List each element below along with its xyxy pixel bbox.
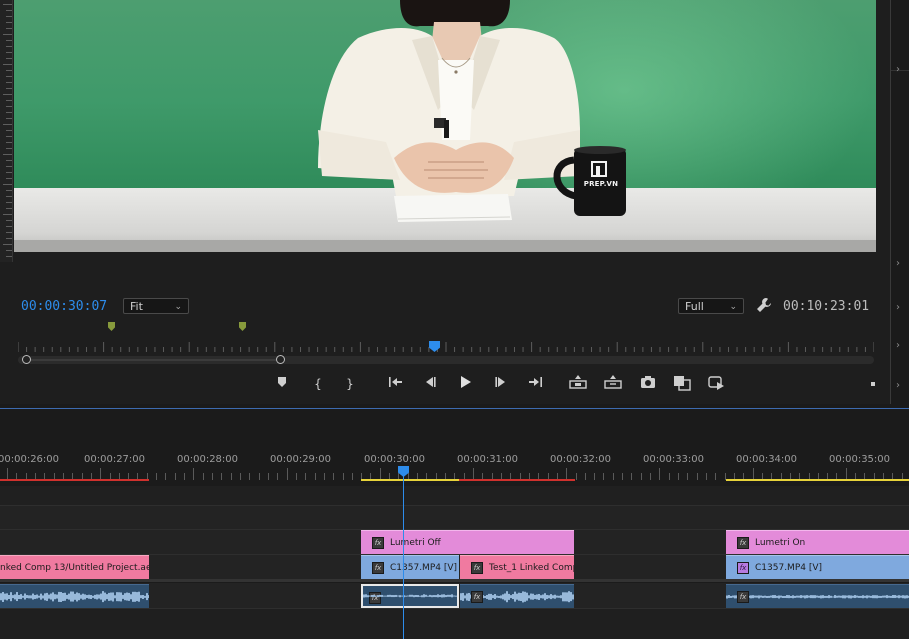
zoom-handle-left[interactable] [22,355,31,364]
ruler-time-label: 00:00:27:00 [84,454,146,465]
lumetri-on-clip[interactable]: fx Lumetri On [726,530,909,554]
go-to-in-icon[interactable] [386,375,406,393]
chevron-right-icon[interactable]: › [896,64,900,75]
mug-logo-text: PREP.VN [583,180,619,188]
lift-icon[interactable] [568,375,588,393]
lumetri-off-clip[interactable]: fx Lumetri Off [361,530,574,554]
add-marker-icon[interactable] [272,375,292,393]
render-bar-yellow [726,479,909,481]
fx-badge-icon: fx [737,537,749,549]
audio-clip-selected[interactable]: fx [361,584,459,608]
compare-view-icon[interactable] [672,375,692,393]
track-lane[interactable] [0,486,909,505]
zoom-scrollbar-thumb[interactable] [26,359,280,361]
render-bar-red [459,479,575,481]
audio-clip[interactable]: fx [726,584,909,608]
clip-label: Lumetri Off [390,538,441,548]
ruler-time-label: 00:00:28:00 [177,454,239,465]
c1357-video-clip[interactable]: fx C1357.MP4 [V] [361,555,459,579]
test-linked-comp-clip[interactable]: fx Test_1 Linked Comp [460,555,574,579]
sequence-duration: 00:10:23:01 [783,299,870,314]
chevron-down-icon: ⌄ [174,302,182,312]
extract-icon[interactable] [603,375,623,393]
audio-waveform [0,588,149,605]
ruler-time-label: 00:00:34:00 [736,454,798,465]
timeline-playhead-line[interactable] [403,468,404,639]
zoom-dropdown[interactable]: Fit ⌄ [123,298,189,314]
mark-out-icon[interactable]: } [340,375,360,393]
ruler-time-label: 00:00:26:00 [0,454,60,465]
fx-badge-icon: fx [471,591,483,603]
chevron-down-icon: ⌄ [729,302,737,312]
audio-clip[interactable]: fx [460,584,574,608]
ruler-time-label: 00:00:35:00 [829,454,891,465]
wrench-icon[interactable] [756,297,772,313]
vertical-ruler [0,0,13,262]
panel-separator [891,70,909,71]
play-icon[interactable] [455,375,475,393]
clip-label: Test_1 Linked Comp [489,563,574,573]
audio-waveform [726,588,909,605]
track-lane[interactable] [0,506,909,530]
fx-badge-icon: fx [372,537,384,549]
ruler-time-label: 00:00:30:00 [364,454,426,465]
audio-waveform [363,589,457,603]
ruler-time-label: 00:00:29:00 [270,454,332,465]
side-panel-edge: › › › › › [890,0,909,404]
fx-badge-icon: fx [737,562,749,574]
fx-badge-icon: fx [471,562,483,574]
fx-badge-icon: fx [737,591,749,603]
playhead-timecode[interactable]: 00:00:30:07 [21,299,107,314]
monitor-time-ruler[interactable] [18,342,874,352]
go-to-out-icon[interactable] [525,375,545,393]
fx-badge-icon: fx [372,562,384,574]
mark-in-icon[interactable]: { [308,375,328,393]
chevron-right-icon[interactable]: › [896,340,900,351]
step-forward-icon[interactable] [491,375,511,393]
linked-comp-clip[interactable]: nked Comp 13/Untitled Project.aep [0,555,149,579]
resolution-value: Full [685,300,704,313]
track-lane-a2[interactable] [0,609,909,639]
more-icon[interactable] [871,382,875,386]
video-frame: PREP.VN [14,0,876,252]
chevron-right-icon[interactable]: › [896,380,900,391]
audio-clip[interactable] [0,584,149,608]
clip-label: C1357.MP4 [V] [755,563,823,573]
chevron-right-icon[interactable]: › [896,302,900,313]
clip-label: C1357.MP4 [V] [390,563,458,573]
ruler-time-label: 00:00:31:00 [457,454,519,465]
zoom-value: Fit [130,300,143,313]
resolution-dropdown[interactable]: Full ⌄ [678,298,744,314]
ruler-time-label: 00:00:32:00 [550,454,612,465]
panel-focus-line [0,408,909,409]
chevron-right-icon[interactable]: › [896,258,900,269]
c1357-video-clip[interactable]: fx C1357.MP4 [V] [726,555,909,579]
render-bar-yellow [361,479,459,481]
render-bar-red [0,479,149,481]
export-frame-icon[interactable] [638,375,658,393]
step-back-icon[interactable] [420,375,440,393]
clip-label: Lumetri On [755,538,806,548]
clip-label: nked Comp 13/Untitled Project.aep [0,563,149,573]
zoom-handle-right[interactable] [276,355,285,364]
vr-video-icon[interactable] [707,375,727,393]
video-audio-divider [0,579,909,582]
ruler-time-label: 00:00:33:00 [643,454,705,465]
